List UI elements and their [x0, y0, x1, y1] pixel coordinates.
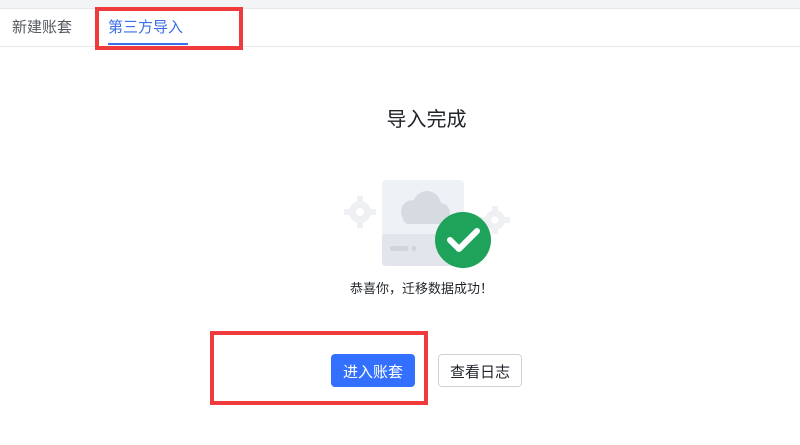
view-log-button[interactable]: 查看日志 [438, 354, 522, 387]
success-message: 恭喜你，迁移数据成功！ [349, 282, 493, 297]
enter-account-set-button[interactable]: 进入账套 [331, 354, 415, 387]
result-title: 导入完成 [386, 107, 467, 131]
tab-bar: 新建账套 第三方导入 [0, 9, 800, 47]
tab-third-party-import[interactable]: 第三方导入 [108, 9, 183, 46]
tab-new-account-set[interactable]: 新建账套 [12, 9, 72, 46]
active-tab-indicator [108, 43, 188, 45]
cloud-server-illustration [344, 180, 510, 268]
app-page: 新建账套 第三方导入 导入完成 恭喜你，迁移数据成功！ 进入账套 查看日志 [0, 0, 800, 445]
top-strip [0, 0, 800, 9]
check-circle-icon [435, 212, 491, 268]
